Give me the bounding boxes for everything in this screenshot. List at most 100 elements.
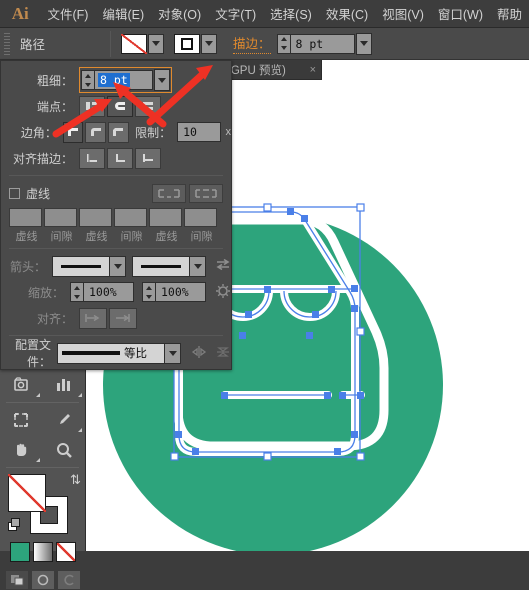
stepper-up-icon[interactable] (146, 285, 152, 290)
draw-mode-behind[interactable] (30, 570, 55, 590)
cap-butt-button[interactable] (79, 95, 105, 117)
menu-item-edit[interactable]: 编辑(E) (95, 0, 151, 27)
slice-tool[interactable] (0, 405, 43, 435)
dash-field-3[interactable] (149, 208, 182, 227)
gap-caption-2: 间隙 (120, 231, 143, 243)
dash-field-2[interactable] (79, 208, 112, 227)
dash-captions-row: 虚线 间隙 虚线 间隙 虚线 间隙 (9, 228, 231, 244)
stepper-down-icon[interactable] (280, 46, 287, 50)
arrowhead-end-preview (132, 255, 190, 277)
stroke-profile-select[interactable]: 等比 (57, 342, 181, 364)
stroke-swatch-control[interactable] (174, 33, 200, 54)
stepper-down-icon[interactable] (74, 294, 80, 299)
menu-item-object[interactable]: 对象(O) (151, 0, 208, 27)
swap-fill-stroke-icon[interactable]: ⇅ (70, 472, 81, 488)
stroke-weight-control[interactable]: 8 pt (276, 32, 372, 55)
none-slash-icon (56, 543, 75, 561)
color-mode-color[interactable] (9, 542, 30, 562)
corner-bevel-button[interactable] (108, 121, 129, 143)
stepper-up-icon[interactable] (85, 73, 91, 78)
app-logo: Ai (11, 3, 29, 23)
chevron-down-icon (158, 77, 166, 83)
arrowhead-start-dropdown[interactable] (110, 255, 126, 277)
place-arrow-icon (116, 314, 130, 322)
arrowhead-align-row: 对齐： (1, 305, 231, 331)
gap-field-1[interactable] (44, 208, 77, 227)
eyedropper-tool[interactable] (43, 405, 86, 435)
close-icon[interactable]: × (310, 64, 316, 76)
menu-item-type[interactable]: 文字(T) (208, 0, 263, 27)
hand-tool[interactable] (0, 435, 43, 465)
draw-mode-normal[interactable] (4, 570, 29, 590)
dash-field-1[interactable] (9, 208, 42, 227)
fill-swatch-control[interactable] (121, 33, 147, 54)
tools-row-2 (0, 405, 85, 435)
stepper-up-icon[interactable] (74, 285, 80, 290)
control-bar-grip[interactable] (0, 28, 14, 60)
scale-start-input[interactable]: 100% (84, 282, 134, 302)
align-inside-button[interactable] (107, 147, 133, 169)
menu-item-effect[interactable]: 效果(C) (319, 0, 375, 27)
extend-arrow-icon (85, 314, 100, 322)
link-scale-button[interactable] (215, 283, 231, 302)
zoom-tool[interactable] (43, 435, 86, 465)
stepper-down-icon[interactable] (85, 82, 91, 87)
scale-end-input[interactable]: 100% (156, 282, 206, 302)
stepper-up-icon[interactable] (280, 37, 287, 41)
draw-normal-icon (10, 575, 23, 586)
arrowhead-end-dropdown[interactable] (190, 255, 206, 277)
gap-field-2[interactable] (114, 208, 147, 227)
stroke-swatch-dropdown[interactable] (201, 33, 217, 54)
stroke-profile-dropdown[interactable] (165, 342, 181, 364)
stroke-weight-input[interactable]: 8 pt (290, 33, 355, 54)
gap-caption-3: 间隙 (190, 231, 213, 243)
menu-item-file[interactable]: 文件(F) (40, 0, 95, 27)
menu-item-select[interactable]: 选择(S) (263, 0, 319, 27)
menu-item-window[interactable]: 窗口(W) (431, 0, 490, 27)
miter-join-icon (68, 128, 79, 136)
align-outside-button[interactable] (135, 147, 161, 169)
gap-field-3[interactable] (184, 208, 217, 227)
document-tab[interactable]: (GPU 预览) × (222, 60, 322, 80)
stroke-profile-row: 配置文件： 等比 (1, 338, 231, 369)
graph-tool[interactable] (43, 370, 86, 400)
scale-end-stepper[interactable] (142, 282, 156, 302)
dash-align-button[interactable] (189, 183, 223, 203)
flip-along-button[interactable] (215, 345, 231, 362)
scale-start-stepper[interactable] (70, 282, 84, 302)
fill-color-swatch[interactable] (8, 474, 46, 512)
stroke-weight-row: 粗细： 8 pt (1, 67, 231, 93)
corner-round-button[interactable] (85, 121, 107, 143)
corner-miter-button[interactable] (62, 121, 84, 143)
stroke-profile-preview: 等比 (57, 342, 165, 364)
extend-arrow-button[interactable] (79, 307, 107, 329)
stroke-panel-link[interactable]: 描边： (233, 33, 271, 54)
stroke-weight-dropdown[interactable] (355, 32, 372, 55)
scale-end-group[interactable]: 100% (142, 282, 206, 302)
color-mode-none[interactable] (55, 542, 76, 562)
stroke-weight-field-group[interactable]: 8 pt (79, 67, 172, 93)
menu-item-view[interactable]: 视图(V) (375, 0, 431, 27)
flip-across-button[interactable] (191, 345, 207, 362)
stepper-down-icon[interactable] (146, 294, 152, 299)
artboard-tool[interactable] (0, 370, 43, 400)
align-center-button[interactable] (79, 147, 105, 169)
draw-mode-inside[interactable] (56, 570, 81, 590)
stroke-weight-stepper[interactable] (81, 70, 95, 90)
swap-arrowheads-button[interactable] (215, 258, 231, 275)
stroke-weight-dropdown[interactable] (154, 69, 170, 91)
dash-preserve-button[interactable] (152, 183, 186, 203)
miter-limit-input[interactable]: 10 (177, 122, 221, 142)
cap-round-button[interactable] (107, 95, 133, 117)
menu-item-help[interactable]: 帮助 (490, 0, 529, 27)
arrowhead-end-select[interactable] (132, 255, 206, 277)
dashed-line-checkbox[interactable] (9, 187, 20, 199)
arrowhead-start-select[interactable] (52, 255, 126, 277)
scale-start-group[interactable]: 100% (70, 282, 134, 302)
fill-swatch-dropdown[interactable] (148, 33, 164, 54)
cap-projecting-button[interactable] (135, 95, 161, 117)
stroke-weight-input[interactable]: 8 pt (95, 70, 153, 90)
stroke-weight-stepper[interactable] (276, 33, 291, 54)
place-arrow-button[interactable] (109, 307, 137, 329)
color-mode-gradient[interactable] (32, 542, 53, 562)
